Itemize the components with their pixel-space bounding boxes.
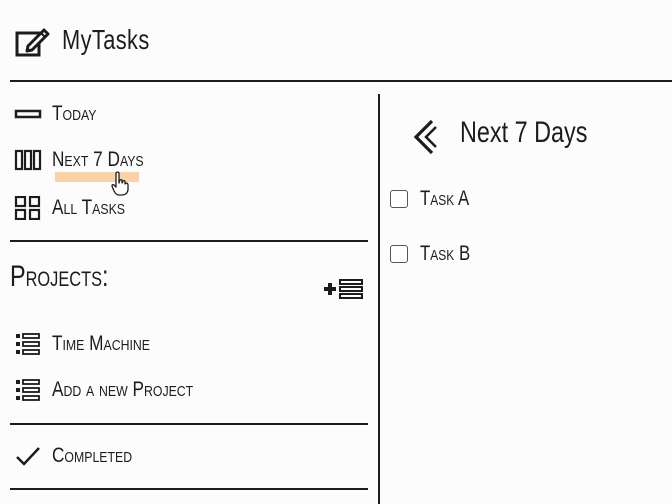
projects-heading: Projects:: [10, 260, 109, 293]
task-row: Task B: [390, 242, 650, 268]
grid-icon: [14, 196, 41, 220]
header-divider: [10, 80, 672, 82]
sidebar-divider: [10, 488, 368, 490]
check-icon: [16, 447, 40, 466]
list-icon: [16, 333, 40, 355]
chevron-left-icon[interactable]: [408, 118, 440, 156]
page-title: Next 7 Days: [460, 116, 588, 149]
sidebar-item-label: Completed: [52, 444, 133, 467]
sidebar-item-completed[interactable]: Completed: [14, 442, 354, 472]
hand-cursor-icon: [111, 171, 129, 196]
sidebar-item-label: Today: [52, 102, 97, 125]
edit-icon[interactable]: [14, 24, 50, 60]
sidebar-item-next-7-days[interactable]: Next 7 Days: [14, 146, 354, 176]
task-row: Task A: [390, 187, 650, 213]
list-icon: [16, 379, 40, 401]
task-label: Task B: [420, 242, 471, 265]
sidebar-divider: [10, 240, 368, 242]
sidebar-item-label: All Tasks: [52, 196, 125, 219]
sidebar-item-today[interactable]: Today: [14, 100, 354, 130]
sidebar-item-all-tasks[interactable]: All Tasks: [14, 194, 354, 224]
panel-divider: [378, 94, 380, 504]
task-checkbox[interactable]: [390, 245, 408, 263]
app-title: MyTasks: [62, 24, 150, 55]
add-project-icon[interactable]: [322, 278, 364, 300]
today-icon: [14, 109, 42, 119]
project-label: Time Machine: [52, 332, 150, 355]
sidebar-divider: [10, 423, 368, 425]
sidebar-item-label: Next 7 Days: [52, 148, 144, 171]
sidebar-project-time-machine[interactable]: Time Machine: [14, 330, 354, 360]
week-icon: [14, 149, 42, 171]
sidebar-project-add-new[interactable]: Add a new Project: [14, 376, 354, 406]
app-header: MyTasks: [0, 0, 672, 80]
task-checkbox[interactable]: [390, 190, 408, 208]
project-label: Add a new Project: [52, 378, 194, 401]
task-label: Task A: [420, 187, 470, 210]
